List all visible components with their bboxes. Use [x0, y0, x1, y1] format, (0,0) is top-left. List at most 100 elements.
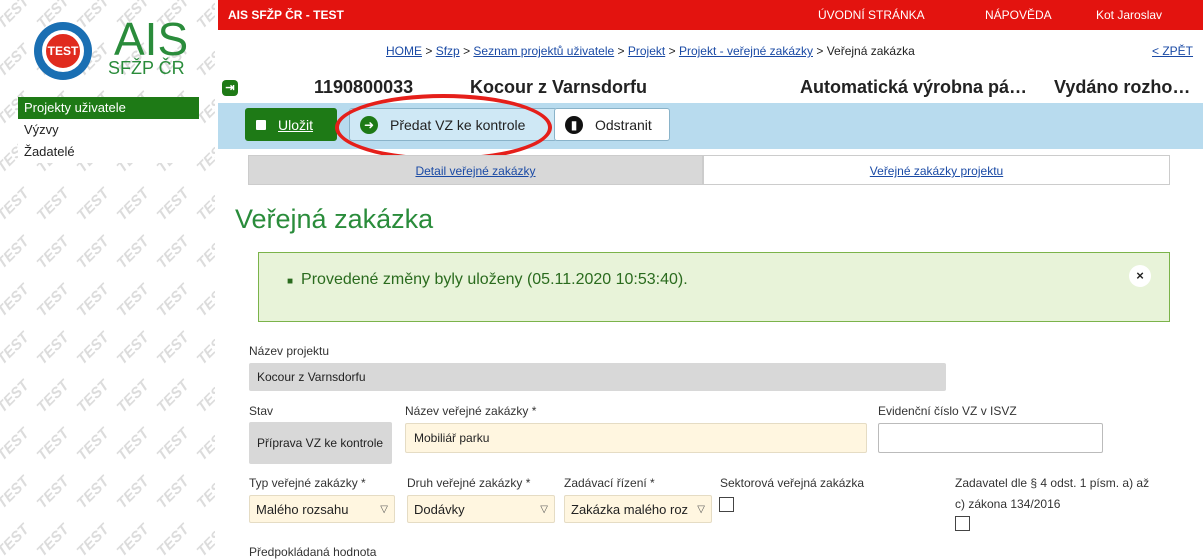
- procedure-select[interactable]: Zakázka malého roz ▽: [564, 495, 712, 523]
- top-bar: AIS SFŽP ČR - TEST ÚVODNÍ STRÁNKA NÁPOVĚ…: [218, 0, 1203, 30]
- watermark-text: TEST: [0, 376, 33, 417]
- sector-label: Sektorová veřejná zakázka: [720, 476, 865, 490]
- project-name-label: Název projektu: [249, 344, 330, 358]
- breadcrumb-home[interactable]: HOME: [386, 44, 422, 58]
- logo-emblem: TEST: [34, 22, 92, 80]
- watermark-text: TEST: [0, 280, 33, 321]
- watermark-text: TEST: [33, 520, 73, 559]
- contractor-checkbox[interactable]: [955, 516, 970, 531]
- save-icon: [256, 119, 266, 130]
- watermark-text: TEST: [0, 232, 33, 273]
- watermark-text: TEST: [0, 184, 33, 225]
- pass-to-control-label: Předat VZ ke kontrole: [390, 116, 526, 133]
- watermark-text: TEST: [33, 424, 73, 465]
- save-button[interactable]: Uložit: [245, 108, 337, 141]
- isvz-field[interactable]: [878, 423, 1103, 453]
- estimated-value-label: Předpokládaná hodnota: [249, 545, 377, 559]
- watermark-text: TEST: [153, 232, 193, 273]
- watermark-text: TEST: [193, 184, 215, 225]
- watermark-text: TEST: [153, 184, 193, 225]
- logo-badge: TEST: [42, 30, 84, 72]
- sidebar-item-vyzvy[interactable]: Výzvy: [18, 119, 199, 141]
- arrow-right-icon: ➜: [360, 115, 378, 134]
- watermark-text: TEST: [33, 328, 73, 369]
- type-value: Malého rozsahu: [256, 501, 349, 517]
- breadcrumb-separator: >: [425, 44, 433, 58]
- breadcrumb-separator: >: [668, 44, 676, 58]
- watermark-text: TEST: [113, 424, 153, 465]
- breadcrumb-separator: >: [816, 44, 824, 58]
- kind-value: Dodávky: [414, 501, 465, 517]
- project-status: Vydáno rozho…: [1054, 77, 1191, 97]
- sidebar-nav: Projekty uživatele Výzvy Žadatelé: [18, 97, 199, 163]
- breadcrumb-sfzp[interactable]: Sfzp: [436, 44, 460, 58]
- message-text: ■ Provedené změny byly uloženy (05.11.202…: [287, 271, 688, 289]
- watermark-text: TEST: [113, 376, 153, 417]
- sidebar-item-zadatele[interactable]: Žadatelé: [18, 141, 199, 163]
- watermark-text: TEST: [153, 424, 193, 465]
- delete-button[interactable]: ▮ Odstranit: [554, 108, 670, 141]
- delete-label: Odstranit: [595, 116, 652, 133]
- collapse-icon[interactable]: ⇥: [222, 80, 238, 96]
- breadcrumb-project-vz[interactable]: Projekt - veřejné zakázky: [679, 44, 813, 58]
- sidebar-item-projekty[interactable]: Projekty uživatele: [18, 97, 199, 119]
- kind-label: Druh veřejné zakázky *: [407, 476, 531, 490]
- watermark-text: TEST: [193, 424, 215, 465]
- close-icon[interactable]: ×: [1129, 265, 1151, 287]
- kind-select[interactable]: Dodávky ▽: [407, 495, 555, 523]
- watermark-text: TEST: [73, 376, 113, 417]
- breadcrumb-separator: >: [617, 44, 625, 58]
- watermark-text: TEST: [193, 376, 215, 417]
- watermark-text: TEST: [0, 0, 33, 33]
- type-select[interactable]: Malého rozsahu ▽: [249, 495, 395, 523]
- watermark-text: TEST: [33, 472, 73, 513]
- breadcrumb-current: Veřejná zakázka: [826, 44, 915, 58]
- watermark-text: TEST: [193, 472, 215, 513]
- tabs: Detail veřejné zakázky Veřejné zakázky p…: [248, 155, 1170, 185]
- watermark-text: TEST: [33, 376, 73, 417]
- watermark-text: TEST: [153, 376, 193, 417]
- contractor-label-1: Zadavatel dle § 4 odst. 1 písm. a) až: [955, 476, 1150, 490]
- watermark-text: TEST: [193, 328, 215, 369]
- watermark-text: TEST: [113, 280, 153, 321]
- watermark-text: TEST: [33, 184, 73, 225]
- sector-checkbox[interactable]: [719, 497, 734, 512]
- watermark-text: TEST: [0, 472, 33, 513]
- watermark-text: TEST: [153, 520, 193, 559]
- page-title: Veřejná zakázka: [235, 204, 434, 234]
- back-link[interactable]: < ZPĚT: [1152, 44, 1193, 58]
- watermark-text: TEST: [73, 232, 113, 273]
- watermark-text: TEST: [193, 280, 215, 321]
- isvz-label: Evidenční číslo VZ v ISVZ: [878, 404, 1017, 418]
- breadcrumb-project[interactable]: Projekt: [628, 44, 665, 58]
- project-header: ⇥ 1190800033 Kocour z Varnsdorfu Automat…: [218, 74, 1203, 102]
- pass-to-control-button[interactable]: ➜ Předat VZ ke kontrole: [349, 108, 557, 141]
- watermark-text: TEST: [73, 184, 113, 225]
- watermark-text: TEST: [33, 232, 73, 273]
- watermark-text: TEST: [193, 232, 215, 273]
- procedure-value: Zakázka malého roz: [571, 501, 689, 517]
- type-label: Typ veřejné zakázky *: [249, 476, 366, 490]
- watermark-text: TEST: [113, 472, 153, 513]
- breadcrumb-project-list[interactable]: Seznam projektů uživatele: [473, 44, 614, 58]
- tab-detail[interactable]: Detail veřejné zakázky: [248, 155, 703, 185]
- breadcrumb: HOME > Sfzp > Seznam projektů uživatele …: [386, 44, 915, 58]
- tab-list[interactable]: Veřejné zakázky projektu: [703, 155, 1170, 185]
- project-name-field: Kocour z Varnsdorfu: [249, 363, 946, 391]
- watermark-text: TEST: [73, 520, 113, 559]
- success-message: ■ Provedené změny byly uloženy (05.11.202…: [258, 252, 1170, 322]
- watermark-text: TEST: [193, 0, 215, 33]
- help-link[interactable]: NÁPOVĚDA: [985, 8, 1052, 22]
- user-link[interactable]: Kot Jaroslav: [1096, 8, 1162, 22]
- vz-name-label: Název veřejné zakázky *: [405, 404, 537, 418]
- breadcrumb-separator: >: [463, 44, 471, 58]
- watermark-text: TEST: [0, 424, 33, 465]
- home-link[interactable]: ÚVODNÍ STRÁNKA: [818, 8, 925, 22]
- watermark-text: TEST: [153, 280, 193, 321]
- watermark-text: TEST: [0, 520, 33, 559]
- watermark-text: TEST: [113, 184, 153, 225]
- watermark-text: TEST: [73, 280, 113, 321]
- vz-name-field[interactable]: Mobiliář parku: [405, 423, 867, 453]
- watermark-text: TEST: [113, 232, 153, 273]
- logo-name: AIS: [114, 13, 189, 65]
